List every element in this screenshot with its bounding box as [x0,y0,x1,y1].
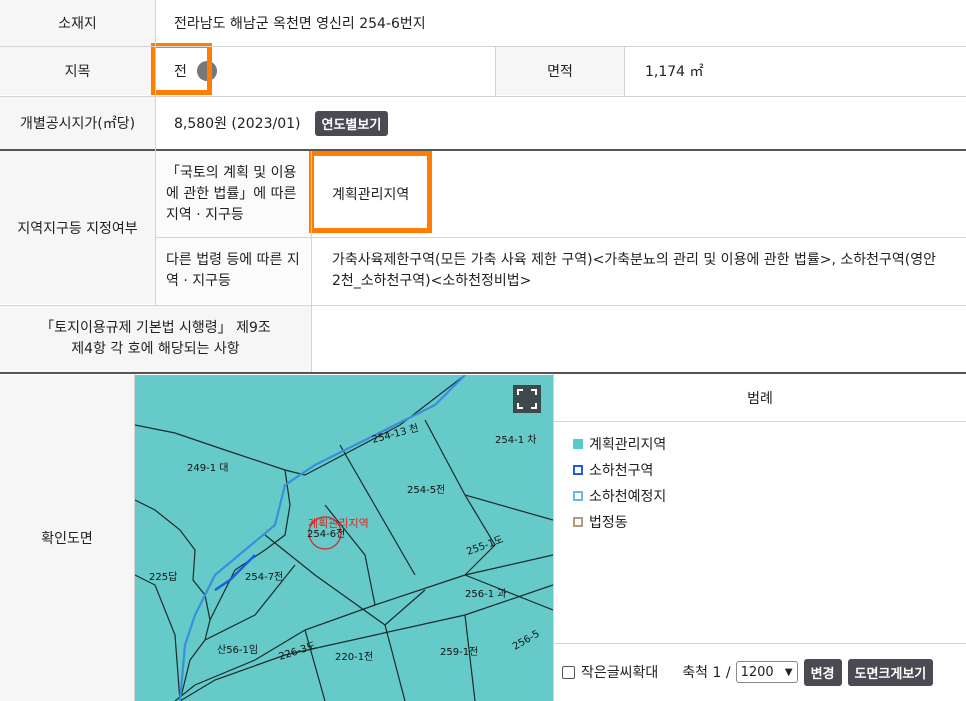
legend-swatch [573,439,583,449]
legend-item-label: 소하천구역 [589,463,654,479]
scale-select-value: 1200 [740,664,774,680]
change-scale-button[interactable]: 변경 [803,658,842,686]
legend-item: 소하천예정지 [573,486,933,506]
enlarge-map-button[interactable]: 도면크게보기 [847,658,934,686]
small-text-checkbox[interactable] [562,665,575,679]
land-use-info-table: 소재지 전라남도 해남군 옥천면 영신리 254-6번지 지목 전 면적 1,1… [0,0,966,701]
price-label: 개별공시지가(㎡당) [0,97,155,149]
area-label: 면적 [496,47,624,95]
legend-swatch [573,517,583,527]
price-value: 8,580원 (2023/01) [174,116,301,132]
zoning-sub2-value: 가축사육제한구역(모든 가축 사육 제한 구역)<가축분뇨의 관리 및 이용에 … [332,252,936,289]
legend-swatch [573,491,583,501]
legend-swatch [573,465,583,475]
scale-label: 축척 1 / [682,665,731,681]
map-label-f: 254-6전 [307,528,345,540]
zoning-sub1-label: 「국토의 계획 및 이용에 관한 법률」에 따른 지역 · 지구등 [156,151,311,237]
map-label-d: 254-5전 [407,484,445,496]
legend-item-label: 소하천예정지 [589,489,667,505]
highlight-box-land-category [151,43,212,95]
chevron-down-icon: ▼ [784,666,793,678]
area-value: 1,174 ㎡ [645,64,704,80]
map-view[interactable]: 249-1 대 254-13 천 254-1 차 254-5전 계획관리지역 2… [135,375,553,701]
year-view-button[interactable]: 연도별보기 [314,110,389,136]
regulation-label: 「토지이용규제 기본법 시행령」 제9조 제4항 각 호에 해당되는 사항 [0,306,311,372]
map-label-m: 259-1전 [440,646,478,658]
legend-title: 범례 [747,391,773,407]
map-label-a: 249-1 대 [187,462,228,474]
legend-item: 법정동 [573,512,933,532]
fullscreen-icon[interactable] [513,385,541,413]
zoning-sub2-label: 다른 법령 등에 따른 지역 · 지구등 [156,238,311,304]
map-label: 확인도면 [0,375,134,701]
legend-item: 소하천구역 [573,460,933,480]
map-label-i: 254-7전 [245,571,283,583]
legend-item-label: 법정동 [589,515,628,531]
location-label: 소재지 [0,0,155,46]
legend-item: 계획관리지역 [573,434,933,454]
price-cell: 8,580원 (2023/01) 연도별보기 [174,97,954,149]
legend-list: 계획관리지역 소하천구역 소하천예정지 법정동 [573,434,933,538]
map-controls: 작은글씨확대 축척 1 / 1200 ▼ 변경 도면크게보기 [562,656,962,688]
land-category-label: 지목 [0,47,155,95]
legend-item-label: 계획관리지역 [589,437,667,453]
location-value: 전라남도 해남군 옥천면 영신리 254-6번지 [174,16,426,32]
regulation-value [312,306,962,372]
map-label-l: 220-1전 [335,651,373,663]
highlight-box-zoning [309,151,432,233]
map-label-c: 254-1 차 [495,434,536,446]
map-label-k: 산56-1임 [217,643,258,656]
map-label-j: 256-1 과 [465,588,506,600]
zoning-label: 지역지구등 지정여부 [0,151,155,304]
cadastral-map: 249-1 대 254-13 천 254-1 차 254-5전 계획관리지역 2… [135,375,553,701]
scale-select[interactable]: 1200 ▼ [735,661,798,683]
small-text-label[interactable]: 작은글씨확대 [581,662,658,682]
map-label-h: 225답 [149,571,177,583]
land-category-cell: 전 [174,47,494,95]
